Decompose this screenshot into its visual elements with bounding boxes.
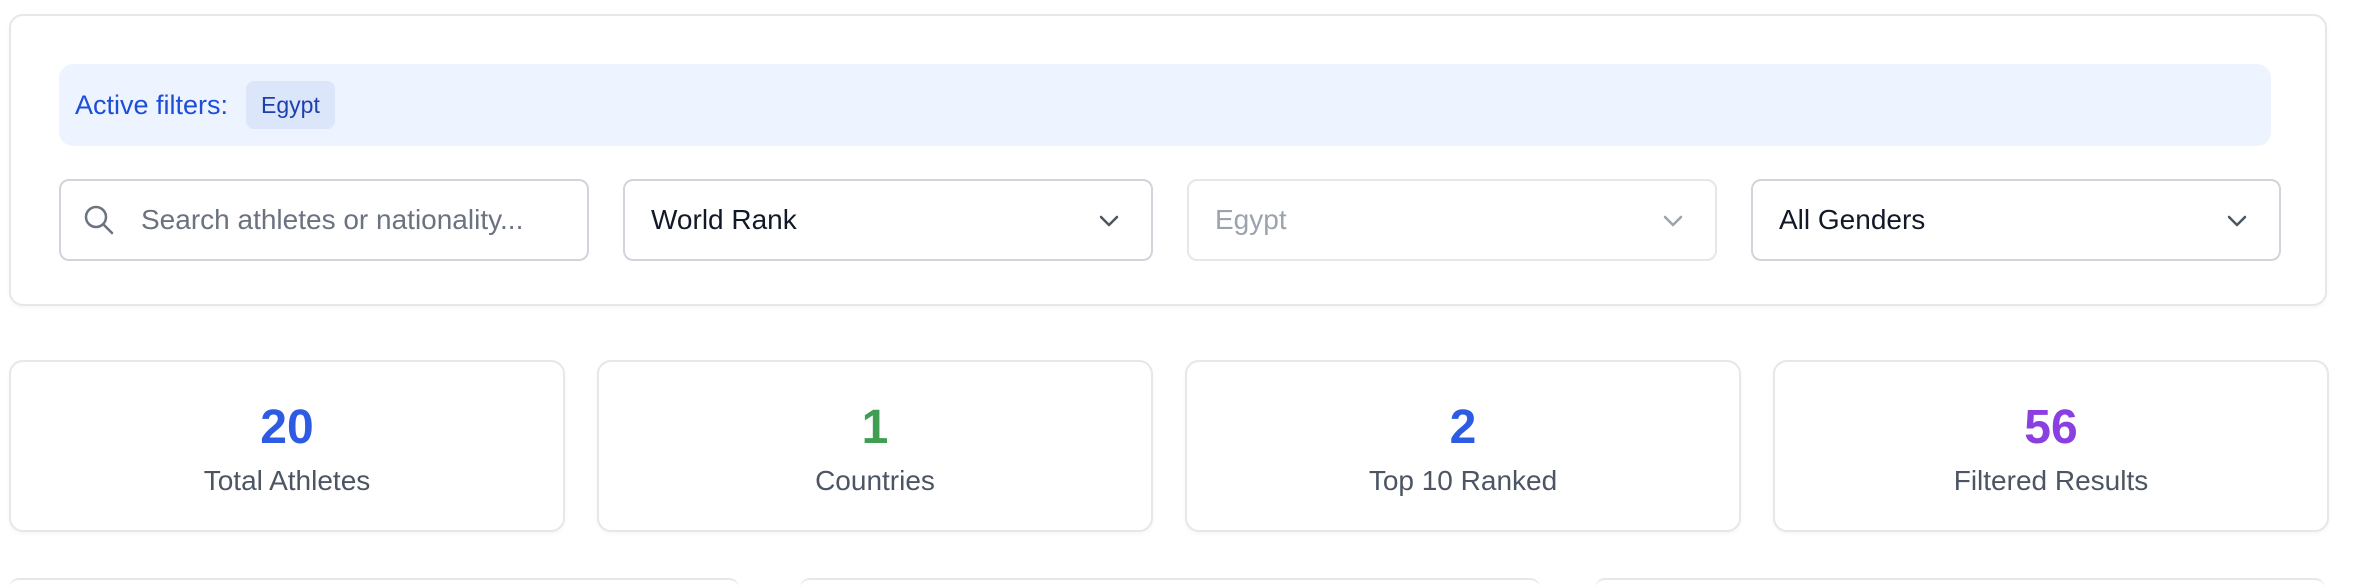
stat-card-filtered-results: 56 Filtered Results — [1773, 360, 2329, 532]
athlete-card — [800, 578, 1540, 588]
stat-value: 2 — [1449, 401, 1477, 454]
stat-label: Top 10 Ranked — [1368, 465, 1558, 496]
stat-card-total-athletes: 20 Total Athletes — [9, 360, 565, 532]
country-select: Egypt — [1187, 179, 1717, 261]
gender-select[interactable]: All Genders — [1751, 179, 2281, 261]
search-input[interactable] — [141, 204, 561, 236]
search-icon — [84, 205, 114, 235]
stat-value: 56 — [2024, 401, 2078, 454]
stat-value: 20 — [260, 401, 314, 454]
active-filters-bar: Active filters: Egypt — [59, 64, 2271, 146]
active-filters-label: Active filters: — [75, 89, 229, 120]
stat-value: 1 — [861, 401, 889, 454]
active-filter-chip[interactable]: Egypt — [246, 81, 335, 129]
stat-card-countries: 1 Countries — [597, 360, 1153, 532]
sort-select-value: World Rank — [651, 204, 797, 235]
sort-select[interactable]: World Rank — [623, 179, 1153, 261]
chevron-down-icon — [1663, 215, 1683, 227]
athlete-card — [9, 578, 739, 588]
country-select-value: Egypt — [1215, 204, 1287, 235]
search-field[interactable] — [59, 179, 589, 261]
chevron-down-icon — [1099, 215, 1119, 227]
stat-label: Filtered Results — [1953, 465, 2149, 496]
stat-card-top10: 2 Top 10 Ranked — [1185, 360, 1741, 532]
stat-label: Countries — [815, 465, 935, 496]
gender-select-value: All Genders — [1779, 204, 1926, 235]
chevron-down-icon — [2227, 215, 2247, 227]
stat-label: Total Athletes — [203, 465, 371, 496]
athlete-card — [1595, 578, 2325, 588]
filter-panel: Active filters: Egypt World Rank Egypt A… — [9, 14, 2327, 306]
